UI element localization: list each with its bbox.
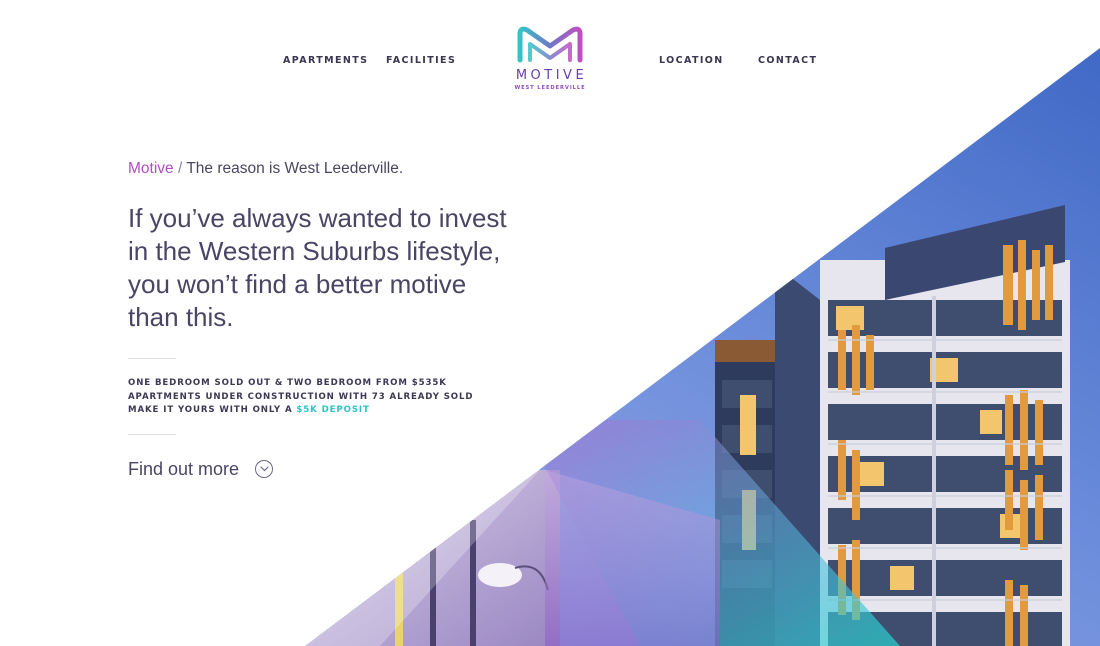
breadcrumb-text: The reason is West Leederville. [186, 160, 404, 177]
deposit-highlight: $5K DEPOSIT [296, 405, 370, 415]
nav-location[interactable]: LOCATION [659, 55, 724, 66]
logo-wordmark: MOTIVE [515, 68, 588, 83]
nav-contact[interactable]: CONTACT [758, 55, 817, 66]
sales-line-1: ONE BEDROOM SOLD OUT & TWO BEDROOM FROM … [128, 378, 447, 388]
breadcrumb-brand[interactable]: Motive [128, 160, 174, 177]
main-nav: APARTMENTS FACILITIES MOTIVE WEST LEEDER… [0, 0, 1100, 110]
nav-facilities[interactable]: FACILITIES [386, 55, 456, 66]
deposit-prefix: MAKE IT YOURS WITH ONLY A [128, 405, 293, 415]
hero-content: Motive / The reason is West Leederville.… [128, 160, 528, 480]
page-headline: If you’ve always wanted to invest in the… [128, 203, 507, 332]
divider [128, 433, 176, 435]
breadcrumb: Motive / The reason is West Leederville. [128, 160, 528, 178]
breadcrumb-separator: / [177, 160, 183, 177]
logo-subtitle: WEST LEEDERVILLE [514, 85, 586, 91]
find-out-more-label: Find out more [128, 458, 240, 479]
nav-apartments[interactable]: APARTMENTS [283, 55, 368, 66]
m-monogram-logo-icon [517, 26, 583, 63]
chevron-down-circle-icon [255, 460, 274, 478]
divider [128, 358, 176, 359]
find-out-more-button[interactable]: Find out more [128, 458, 274, 480]
sales-line-2: APARTMENTS UNDER CONSTRUCTION WITH 73 AL… [128, 391, 474, 402]
sales-info: ONE BEDROOM SOLD OUT & TWO BEDROOM FROM … [128, 377, 528, 418]
site-logo[interactable]: MOTIVE WEST LEEDERVILLE [505, 24, 595, 91]
sales-line-3: MAKE IT YOURS WITH ONLY A $5K DEPOSIT [128, 404, 528, 418]
